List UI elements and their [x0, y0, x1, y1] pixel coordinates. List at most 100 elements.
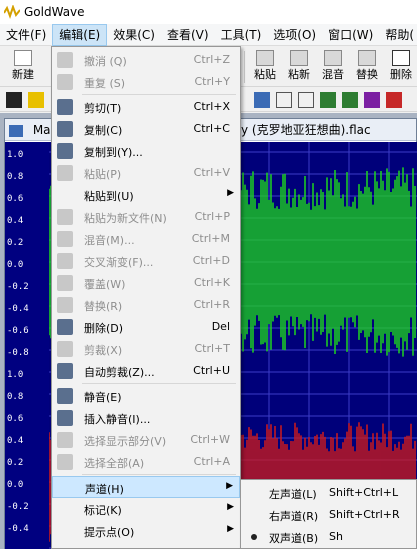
replace-button-label: 替换	[356, 68, 378, 81]
channel-submenu-item-1[interactable]: 右声道(R) Shift+Ctrl+R	[241, 504, 417, 526]
menu-item-shortcut: Sh	[329, 530, 343, 543]
menu-item-shortcut: Ctrl+W	[190, 433, 230, 446]
menu-item-label: 右声道(R)	[269, 510, 319, 523]
edit-menu-item-7[interactable]: 粘贴为新文件(N) Ctrl+P	[52, 206, 240, 228]
paste-new-button[interactable]: 粘新	[282, 49, 316, 85]
scale-label: -0.6	[7, 326, 29, 336]
menu-effects[interactable]: 效果(C)	[107, 24, 161, 46]
edit-menu-item-10[interactable]: 覆盖(W) Ctrl+K	[52, 272, 240, 294]
edit-menu-item-5[interactable]: 粘贴(P) Ctrl+V	[52, 162, 240, 184]
edit-menu-item-1[interactable]: 重复 (S) Ctrl+Y	[52, 71, 240, 93]
menu-item-label: 左声道(L)	[269, 488, 317, 501]
channel-submenu-item-0[interactable]: 左声道(L) Shift+Ctrl+L	[241, 482, 417, 504]
play-icon[interactable]	[6, 92, 22, 108]
insert-silence-icon	[57, 410, 73, 426]
menu-item-shortcut: Ctrl+R	[193, 298, 230, 311]
document-title-left: Ma	[32, 123, 51, 137]
menu-item-shortcut: Shift+Ctrl+R	[329, 508, 400, 521]
edit-menu-item-12[interactable]: 删除(D) Del	[52, 316, 240, 338]
edit-menu-item-0[interactable]: 撤消 (Q) Ctrl+Z	[52, 49, 240, 71]
menu-item-shortcut: Ctrl+M	[191, 232, 230, 245]
edit-menu-item-16[interactable]: 插入静音(I)...	[52, 407, 240, 429]
edit-menu-item-21[interactable]: 提示点(O) ▶	[52, 520, 240, 542]
channel-submenu-item-2[interactable]: 双声道(B) Sh	[241, 526, 417, 548]
mix-icon	[57, 231, 73, 247]
menu-item-label: 混音(M)...	[84, 234, 135, 247]
edit-menu-item-2[interactable]: 剪切(T) Ctrl+X	[52, 96, 240, 118]
menu-item-shortcut: Shift+Ctrl+L	[329, 486, 399, 499]
copy-to-icon	[57, 143, 73, 159]
menu-item-label: 撤消 (Q)	[84, 55, 127, 68]
menu-item-shortcut: Ctrl+U	[193, 364, 230, 377]
replace-icon	[358, 50, 376, 66]
arrows-vertical-icon[interactable]	[298, 92, 314, 108]
meter-icon[interactable]	[320, 92, 336, 108]
mute-icon	[57, 388, 73, 404]
document-title-right: y (克罗地亚狂想曲).flac	[241, 123, 371, 137]
scale-label: 1.0	[7, 150, 24, 160]
record-icon[interactable]	[28, 92, 44, 108]
menu-item-shortcut: Ctrl+K	[193, 276, 230, 289]
edit-menu-item-17[interactable]: 选择显示部分(V) Ctrl+W	[52, 429, 240, 451]
edit-menu-item-15[interactable]: 静音(E)	[52, 385, 240, 407]
mix-button-label: 混音	[322, 68, 344, 81]
spectrum-icon[interactable]	[342, 92, 358, 108]
scale-label: 0.8	[7, 392, 24, 402]
menu-window[interactable]: 窗口(W)	[322, 24, 379, 46]
menu-item-label: 静音(E)	[84, 391, 122, 404]
effects-icon[interactable]	[364, 92, 380, 108]
app-title: GoldWave	[24, 5, 85, 19]
menu-separator	[82, 383, 236, 384]
edit-menu-item-8[interactable]: 混音(M)... Ctrl+M	[52, 228, 240, 250]
edit-menu-item-19[interactable]: 声道(H) ▶	[52, 476, 240, 498]
edit-menu-item-11[interactable]: 替换(R) Ctrl+R	[52, 294, 240, 316]
menu-options[interactable]: 选项(O)	[267, 24, 322, 46]
edit-menu-item-9[interactable]: 交叉渐变(F)... Ctrl+D	[52, 250, 240, 272]
edit-menu-item-6[interactable]: 粘贴到(U) ▶	[52, 184, 240, 206]
menu-help[interactable]: 帮助(	[379, 24, 417, 46]
new-button[interactable]: 新建	[6, 49, 40, 85]
replace-icon	[57, 297, 73, 313]
menu-edit[interactable]: 编辑(E)	[52, 23, 108, 46]
edit-menu-item-20[interactable]: 标记(K) ▶	[52, 498, 240, 520]
menu-file[interactable]: 文件(F)	[0, 24, 52, 46]
scale-label: 0.6	[7, 414, 24, 424]
arrow-left-icon[interactable]	[276, 92, 292, 108]
paste-button[interactable]: 粘贴	[248, 49, 282, 85]
toolbar-separator	[244, 51, 245, 83]
auto-trim-icon	[57, 363, 73, 379]
undo-icon	[57, 52, 73, 68]
select-all-icon	[57, 454, 73, 470]
edit-menu-item-4[interactable]: 复制到(Y)...	[52, 140, 240, 162]
menu-separator	[82, 94, 236, 95]
menu-item-label: 插入静音(I)...	[84, 413, 151, 426]
menu-item-shortcut: Ctrl+P	[194, 210, 230, 223]
menu-item-label: 剪裁(X)	[84, 344, 123, 357]
delete-button[interactable]: 删除	[384, 49, 417, 85]
menu-separator	[82, 474, 236, 475]
amplitude-scale: 1.0 0.8 0.6 0.4 0.2 0.0 -0.2 -0.4 -0.6 -0.8 1.0 0.8…	[5, 142, 49, 549]
replace-button[interactable]: 替换	[350, 49, 384, 85]
menu-item-label: 删除(D)	[84, 322, 124, 335]
scale-label: 0.8	[7, 172, 24, 182]
scale-label: 0.6	[7, 194, 24, 204]
scale-label: 0.0	[7, 260, 24, 270]
edit-menu-item-13[interactable]: 剪裁(X) Ctrl+T	[52, 338, 240, 360]
menu-item-label: 重复 (S)	[84, 77, 126, 90]
paste-icon	[57, 165, 73, 181]
menu-item-shortcut: Del	[211, 320, 230, 333]
scale-label: 0.4	[7, 216, 24, 226]
mix-button[interactable]: 混音	[316, 49, 350, 85]
scale-label: -0.2	[7, 502, 29, 512]
menu-item-label: 选择显示部分(V)	[84, 435, 167, 448]
menu-view[interactable]: 查看(V)	[161, 24, 215, 46]
paste-new-icon	[290, 50, 308, 66]
edit-menu-item-18[interactable]: 选择全部(A) Ctrl+A	[52, 451, 240, 473]
select-view-icon	[57, 432, 73, 448]
edit-menu-item-14[interactable]: 自动剪裁(Z)... Ctrl+U	[52, 360, 240, 382]
menu-tools[interactable]: 工具(T)	[215, 24, 268, 46]
scale-label: -0.4	[7, 524, 29, 534]
eye-icon[interactable]	[386, 92, 402, 108]
zoom-icon[interactable]	[254, 92, 270, 108]
edit-menu-item-3[interactable]: 复制(C) Ctrl+C	[52, 118, 240, 140]
